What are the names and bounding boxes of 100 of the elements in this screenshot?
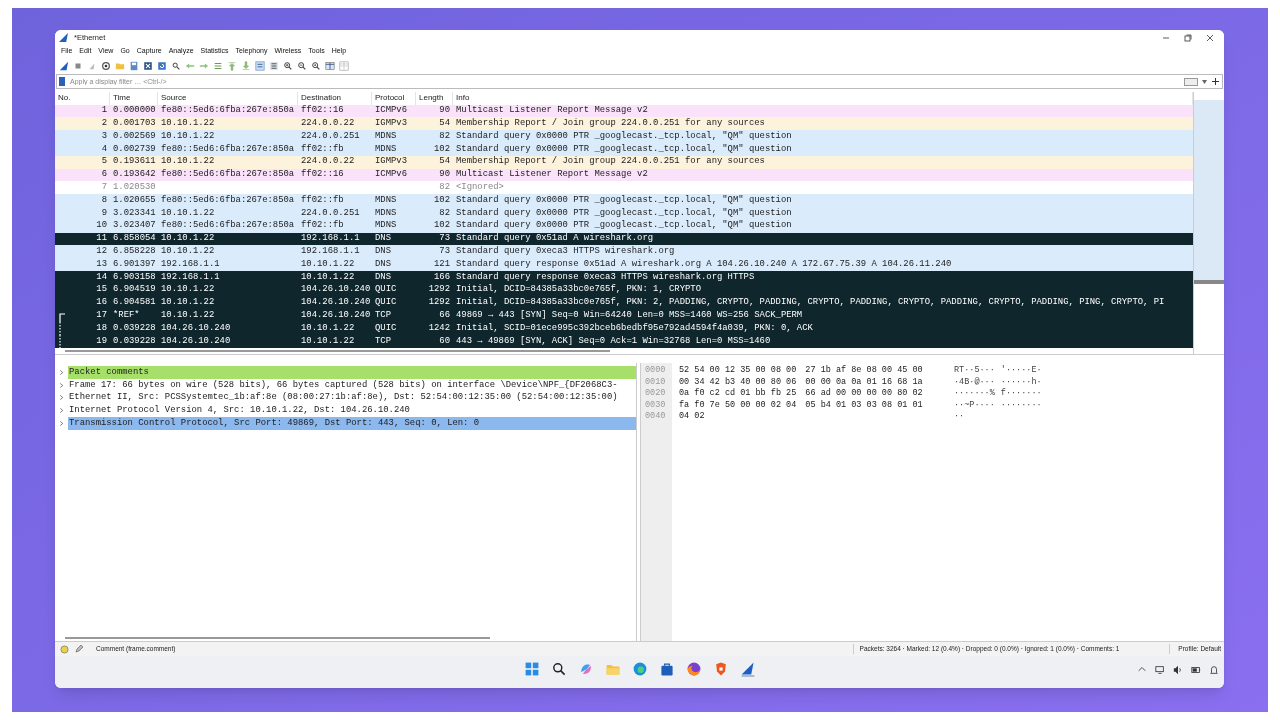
table-cell: 6.901397	[113, 258, 156, 269]
table-cell: MDNS	[375, 194, 397, 205]
close-file-icon[interactable]	[143, 61, 153, 71]
table-cell: 10.10.1.22	[161, 207, 215, 218]
zoom-out-icon[interactable]	[297, 61, 307, 71]
table-cell: 73	[439, 246, 450, 257]
table-cell: 49869 → 443 [SYN] Seq=0 Win=64240 Len=0 MSS=1460 WS=256 SACK_PERM	[456, 310, 803, 321]
table-cell: 19	[96, 335, 107, 346]
protocol-tree-item[interactable]: Transmission Control Protocol, Src Port: 49869, Dst Port: 443, Seq: 0, Len: 0	[68, 417, 636, 430]
battery-icon[interactable]	[1191, 665, 1201, 675]
settings-icon[interactable]	[101, 61, 111, 71]
protocol-tree-item[interactable]: Frame 17: 66 bytes on wire (528 bits), 66 bytes captured (528 bits) on interface \Device\NPF_{DF2068C3-	[68, 378, 636, 392]
table-cell: Membership Report / Join group 224.0.0.251 for any sources	[456, 156, 765, 167]
protocol-tree-item[interactable]: Internet Protocol Version 4, Src: 10.10.1.22, Dst: 104.26.10.240	[68, 404, 636, 418]
table-cell: DNS	[375, 258, 391, 269]
comments-tree-item[interactable]: Packet comments	[68, 366, 636, 379]
expand-chevron-icon[interactable]	[59, 369, 64, 375]
table-cell: 102	[434, 220, 450, 231]
zoom-reset-icon[interactable]	[311, 61, 321, 71]
hex-bytes: 27 1b af 8e 08 00 45 00	[805, 364, 923, 378]
column-header[interactable]: Time	[110, 92, 158, 105]
monitor-icon[interactable]	[1155, 665, 1165, 675]
packet-row[interactable]: 13 6.901397 192.168.1.1 10.10.1.22 DNS 121 Standard query response 0x51ad A wireshark.org A 104.26.10.240 A 172.67.75.39 A 104.26.11.240	[55, 258, 1193, 271]
expand-chevron-icon[interactable]	[59, 408, 64, 414]
hex-offset: 0010	[644, 375, 667, 389]
table-cell: fe80::5ed6:6fba:267e:850a	[161, 194, 295, 205]
resize-columns-icon[interactable]	[325, 61, 335, 71]
table-cell: 192.168.1.1	[161, 271, 220, 282]
column-header[interactable]: Protocol	[372, 92, 416, 105]
table-cell: 3.023341	[113, 207, 156, 218]
restore-icon[interactable]	[1184, 33, 1192, 42]
expand-chevron-icon[interactable]	[59, 395, 64, 401]
add-icon[interactable]	[1212, 78, 1219, 85]
packet-row[interactable]: 3 0.002569 10.10.1.22 224.0.0.251 MDNS 82 Standard query 0x0000 PTR _googlecast._tcp.local, "QM" question	[55, 130, 1193, 143]
table-cell: ff02::16	[301, 169, 344, 180]
save-icon[interactable]	[129, 61, 139, 71]
column-header[interactable]: Length	[416, 92, 453, 105]
auto-scroll-icon[interactable]	[255, 61, 265, 71]
horizontal-scrollbar[interactable]	[65, 637, 490, 639]
table-cell: 6	[101, 169, 107, 180]
table-cell: 6.858228	[113, 246, 156, 257]
table-cell: 54	[439, 118, 450, 129]
table-cell: 0.002569	[113, 130, 156, 141]
shark-fin-icon[interactable]	[59, 61, 69, 71]
hex-offset: 0000	[644, 364, 667, 378]
table-cell: 1292	[428, 297, 450, 308]
first-packet-icon[interactable]	[227, 61, 237, 71]
packet-row[interactable]: 8 1.020655 fe80::5ed6:6fba:267e:850a ff02::fb MDNS 102 Standard query 0x0000 PTR _googlecast._tcp.local, "QM" question	[55, 194, 1193, 207]
close-icon[interactable]	[1206, 33, 1214, 42]
edit-comment-icon[interactable]	[75, 645, 83, 653]
table-cell: 224.0.0.22	[301, 156, 355, 167]
zoom-in-icon[interactable]	[283, 61, 293, 71]
back-arrow-icon[interactable]	[185, 61, 195, 71]
table-cell: ff02::fb	[301, 143, 344, 154]
hex-bytes: 00 34 42 b3 40 00 80 06	[679, 375, 797, 388]
table-cell: 73	[439, 233, 450, 244]
start-grid-icon[interactable]	[524, 661, 540, 677]
packet-row[interactable]: 2 0.001703 10.10.1.22 224.0.0.22 IGMPv3 54 Membership Report / Join group 224.0.0.251 for any sources	[55, 117, 1193, 131]
table-cell: 10.10.1.22	[301, 322, 355, 333]
table-cell: <Ignored>	[456, 182, 504, 193]
packet-row[interactable]: 18 0.039228 104.26.10.240 10.10.1.22 QUIC 1242 Initial, SCID=01ece995c392bceb6bedbf95e792ad4594f4a039, PKN: 0, ACK	[55, 322, 1193, 335]
column-header[interactable]: Destination	[298, 92, 372, 105]
shark-fin-icon[interactable]	[740, 661, 756, 677]
table-cell: 15	[96, 284, 107, 295]
notification-bell-icon[interactable]	[1209, 665, 1219, 675]
table-cell: fe80::5ed6:6fba:267e:850a	[161, 143, 295, 154]
table-cell: fe80::5ed6:6fba:267e:850a	[161, 105, 295, 116]
table-cell: 7	[101, 182, 107, 193]
table-cell: Standard query 0x0000 PTR _googlecast._tcp.local, "QM" question	[456, 207, 792, 218]
table-cell: fe80::5ed6:6fba:267e:850a	[161, 220, 295, 231]
bookmark-list-icon[interactable]	[1184, 77, 1198, 86]
reload-icon[interactable]	[157, 61, 167, 71]
protocol-tree-item[interactable]: Ethernet II, Src: PCSSystemtec_1b:af:8e (08:00:27:1b:af:8e), Dst: 52:54:00:12:35:00 (52:54:00:12:35:00)	[68, 391, 636, 405]
fox-browser-icon[interactable]	[686, 661, 702, 677]
last-packet-icon[interactable]	[241, 61, 251, 71]
expand-chevron-icon[interactable]	[59, 382, 64, 388]
table-cell: Standard query 0x0000 PTR _googlecast._tcp.local, "QM" question	[456, 130, 792, 141]
table-cell: 8	[101, 194, 107, 205]
table-cell: Initial, DCID=84385a33bc0e765f, PKN: 2, PADDING, CRYPTO, PADDING, CRYPTO, PADDING, CRYPTO, PADDING, CRYPTO, PADDING, PING, CRYPTO, PI	[456, 297, 1165, 308]
horizontal-scrollbar[interactable]	[65, 349, 610, 352]
hex-offset: 0030	[644, 398, 667, 412]
table-cell: 90	[439, 169, 450, 180]
table-cell: Standard query 0x0000 PTR _googlecast._tcp.local, "QM" question	[456, 143, 792, 154]
packet-row[interactable]: 17 *REF* 10.10.1.22 104.26.10.240 TCP 66 49869 → 443 [SYN] Seq=0 Win=64240 Len=0 MSS=1460 WS=256 SACK_PERM	[55, 309, 1193, 323]
column-header[interactable]: Source	[158, 92, 298, 105]
table-cell: 6.904519	[113, 284, 156, 295]
table-cell: Standard query 0x0000 PTR _googlecast._tcp.local, "QM" question	[456, 194, 792, 205]
expand-chevron-icon[interactable]	[59, 421, 64, 427]
packet-row[interactable]: 12 6.858228 10.10.1.22 192.168.1.1 DNS 73 Standard query 0xeca3 HTTPS wireshark.org	[55, 245, 1193, 259]
column-header[interactable]: No.	[55, 92, 110, 105]
stop-icon[interactable]	[73, 61, 83, 71]
dropdown-caret-icon[interactable]	[1202, 79, 1207, 84]
search-icon[interactable]	[551, 661, 567, 677]
table-cell: 18	[96, 322, 107, 333]
forward-arrow-icon[interactable]	[199, 61, 209, 71]
store-bag-icon[interactable]	[659, 661, 675, 677]
status-indicator-icon[interactable]	[60, 644, 69, 654]
table-cell: 192.168.1.1	[301, 246, 360, 257]
volume-icon[interactable]	[1173, 665, 1183, 675]
hex-bytes: 52 54 00 12 35 00 08 00	[679, 364, 797, 377]
